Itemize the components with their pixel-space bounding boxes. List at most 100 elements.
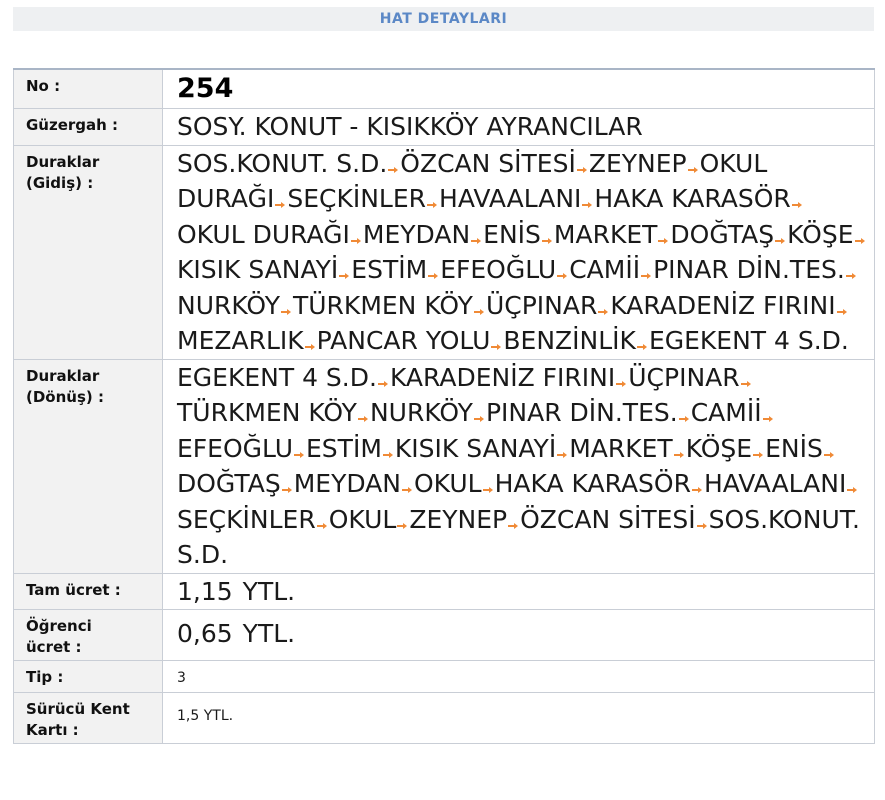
stop-name: OKUL <box>328 504 397 534</box>
stop-name: PINAR DİN.TES. <box>653 255 845 284</box>
stop-name: CAMİİ <box>690 398 762 427</box>
arrow-right-icon <box>339 272 350 280</box>
arrow-right-icon <box>791 201 803 209</box>
stop-name: KISIK SANAYİ <box>177 255 339 284</box>
driver-card-label-line1: Sürücü Kent <box>26 700 130 718</box>
stops-outbound-label: Duraklar (Gidiş) : <box>13 144 163 360</box>
arrow-right-icon <box>471 237 482 245</box>
student-fare-value: 0,65 YTL. <box>162 609 875 661</box>
arrow-right-icon <box>397 522 408 530</box>
arrow-right-icon <box>598 308 609 316</box>
type-value: 3 <box>162 660 875 693</box>
row-route: Güzergah : SOSY. KONUT - KISIKKÖY AYRANC… <box>13 108 875 146</box>
stop-name: ÜÇPINAR <box>485 290 598 320</box>
stop-name: KARADENİZ FIRINI <box>389 362 616 392</box>
stop-name: EFEOĞLU <box>177 433 294 463</box>
driver-card-label-line2: Kartı : <box>26 721 79 739</box>
row-student-fare: Öğrenci ücret : 0,65 YTL. <box>13 609 875 661</box>
student-fare-label-line1: Öğrenci <box>26 617 92 635</box>
stops-return-label-line2: (Dönüş) : <box>26 387 104 406</box>
arrow-right-icon <box>854 237 866 245</box>
row-type: Tip : 3 <box>13 660 875 693</box>
student-fare-unit: YTL. <box>242 619 296 648</box>
arrow-right-icon <box>401 486 413 494</box>
full-fare-amount: 1,15 <box>177 576 233 606</box>
stops-return-list: EGEKENT 4 S.D. KARADENİZ FIRINI ÜÇPINAR TÜR… <box>162 358 875 574</box>
stop-name: ÖZCAN SİTESİ <box>520 504 696 534</box>
arrow-right-icon <box>508 522 519 530</box>
arrow-right-icon <box>687 166 699 174</box>
driver-card-label: Sürücü Kent Kartı : <box>13 692 163 744</box>
student-fare-label: Öğrenci ücret : <box>13 609 163 661</box>
arrow-right-icon <box>740 380 752 388</box>
stop-name: ENİS <box>765 433 823 463</box>
stop-name: MEYDAN <box>293 469 401 498</box>
stop-name: MARKET <box>553 219 658 249</box>
stop-name: ESTİM <box>351 255 428 284</box>
stops-outbound-list: SOS.KONUT. S.D. ÖZCAN SİTESİ ZEYNEP OKUL DU… <box>162 144 875 360</box>
stop-name: ZEYNEP <box>588 148 687 178</box>
arrow-right-icon <box>673 451 685 459</box>
stop-name: DOĞTAŞ <box>670 219 775 249</box>
stop-name: KISIK SANAYİ <box>394 433 557 463</box>
stop-name: HAKA KARASÖR <box>594 184 791 213</box>
arrow-right-icon <box>576 166 588 174</box>
student-fare-amount: 0,65 <box>177 619 233 648</box>
stop-name: MEZARLIK <box>177 326 304 355</box>
stops-outbound-label-line1: Duraklar <box>26 152 100 171</box>
stop-name: TÜRKMEN KÖY <box>292 290 473 320</box>
stop-name: PINAR DİN.TES. <box>485 398 678 427</box>
row-driver-card: Sürücü Kent Kartı : 1,5 YTL. <box>13 692 875 744</box>
type-label: Tip : <box>13 660 163 693</box>
arrow-right-icon <box>275 201 286 209</box>
arrow-right-icon <box>350 237 362 245</box>
stop-name: ENİS <box>483 219 541 249</box>
line-number-label: No : <box>13 68 163 109</box>
stop-name: EGEKENT 4 S.D. <box>648 326 849 355</box>
arrow-right-icon <box>557 272 568 280</box>
arrow-right-icon <box>845 272 857 280</box>
arrow-right-icon <box>836 308 848 316</box>
arrow-right-icon <box>388 166 399 174</box>
arrow-right-icon <box>377 380 389 388</box>
arrow-right-icon <box>281 486 293 494</box>
arrow-right-icon <box>641 272 652 280</box>
stops-return-label: Duraklar (Dönüş) : <box>13 358 163 574</box>
stop-name: DOĞTAŞ <box>177 469 281 498</box>
student-fare-label-line2: ücret : <box>26 638 82 656</box>
arrow-right-icon <box>427 201 438 209</box>
line-number-value: 254 <box>162 68 875 109</box>
stop-name: HAVAALANI <box>703 469 847 498</box>
stop-name: SOS.KONUT. S.D. <box>177 148 388 178</box>
stop-name: OKUL <box>413 469 482 498</box>
arrow-right-icon <box>473 415 485 423</box>
page-title: HAT DETAYLARI <box>13 7 874 31</box>
arrow-right-icon <box>616 380 627 388</box>
line-details-table: No : 254 Güzergah : SOSY. KONUT - KISIKK… <box>13 68 875 744</box>
stop-name: KARADENİZ FIRINI <box>610 290 836 320</box>
arrow-right-icon <box>316 522 328 530</box>
stop-name: ESTİM <box>306 433 382 463</box>
full-fare-label: Tam ücret : <box>13 572 163 610</box>
stop-name: NURKÖY <box>177 290 280 320</box>
arrow-right-icon <box>762 415 774 423</box>
stop-name: SEÇKİNLER <box>177 504 316 534</box>
arrow-right-icon <box>678 415 690 423</box>
route-value: SOSY. KONUT - KISIKKÖY AYRANCILAR <box>162 108 875 146</box>
arrow-right-icon <box>636 343 648 351</box>
arrow-right-icon <box>428 272 439 280</box>
stop-name: HAVAALANI <box>439 184 582 213</box>
arrow-right-icon <box>696 522 708 530</box>
stop-name: ZEYNEP <box>409 504 508 534</box>
stop-name: KÖŞE <box>787 219 854 249</box>
arrow-right-icon <box>557 451 568 459</box>
stop-name: EFEOĞLU <box>440 255 557 284</box>
row-full-fare: Tam ücret : 1,15 YTL. <box>13 572 875 610</box>
route-label: Güzergah : <box>13 108 163 146</box>
stop-name: ÖZCAN SİTESİ <box>400 148 576 178</box>
stops-outbound-label-line2: (Gidiş) : <box>26 173 94 192</box>
stop-name: ÜÇPINAR <box>628 362 740 392</box>
arrow-right-icon <box>294 451 305 459</box>
driver-card-value: 1,5 YTL. <box>162 692 875 744</box>
full-fare-unit: YTL. <box>242 576 296 606</box>
